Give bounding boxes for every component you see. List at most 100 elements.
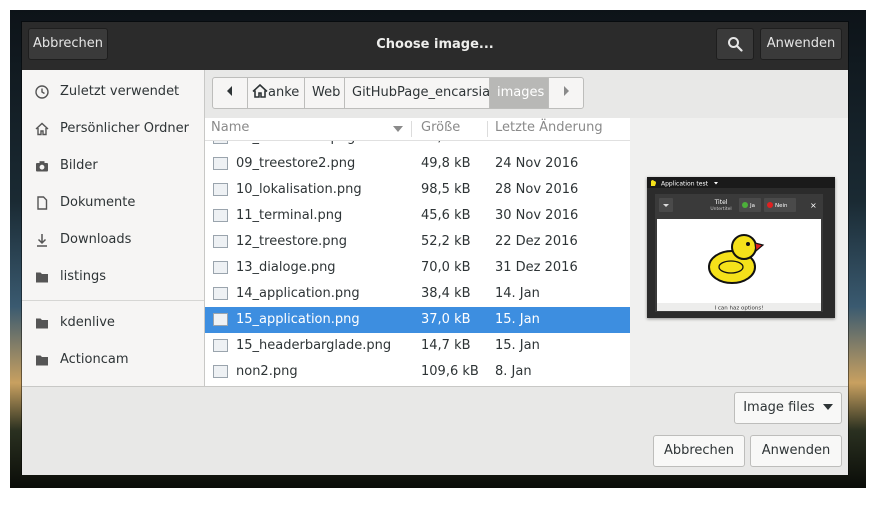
file-name: 15_application.png bbox=[236, 312, 360, 327]
preview-no-label: Nein bbox=[775, 203, 788, 209]
sidebar-item-documents[interactable]: Dokumente bbox=[22, 184, 204, 221]
sidebar-item-label: Dokumente bbox=[60, 195, 136, 210]
preview-app-title: Application test bbox=[661, 181, 709, 188]
sidebar-item-listings[interactable]: listings bbox=[22, 258, 204, 295]
header-apply-button[interactable]: Anwenden bbox=[760, 28, 842, 60]
preview-close-glyph: × bbox=[810, 201, 817, 210]
file-size: 109,6 kB bbox=[421, 364, 479, 379]
image-file-icon bbox=[213, 287, 228, 300]
path-segment-label: anke bbox=[268, 85, 300, 100]
file-modified: 15. Jan bbox=[495, 312, 540, 327]
preview-thumbnail: Application test Titel Untertitel Ja Nei… bbox=[647, 177, 835, 318]
sidebar-item-home[interactable]: Persönlicher Ordner bbox=[22, 110, 204, 147]
preview-status-text: I can haz options! bbox=[715, 306, 764, 312]
file-modified: 8. Jan bbox=[495, 364, 532, 379]
file-row[interactable]: 10_lokalisation.png 98,5 kB 28 Nov 2016 bbox=[205, 177, 630, 203]
footer-apply-button[interactable]: Anwenden bbox=[750, 435, 842, 467]
home-icon bbox=[35, 122, 49, 136]
file-size: 98,5 kB bbox=[421, 182, 471, 197]
sidebar-item-pictures[interactable]: Bilder bbox=[22, 147, 204, 184]
file-size: 49,8 kB bbox=[421, 156, 471, 171]
column-modified-header[interactable]: Letzte Änderung bbox=[495, 120, 603, 135]
file-row[interactable]: 13_dialoge.png 70,0 kB 31 Dez 2016 bbox=[205, 255, 630, 281]
image-file-icon bbox=[213, 313, 228, 326]
file-row[interactable]: 09_treestore2.png 49,8 kB 24 Nov 2016 bbox=[205, 151, 630, 177]
places-sidebar: Zuletzt verwendet Persönlicher Ordner Bi… bbox=[22, 70, 205, 386]
file-row[interactable]: non2.png 109,6 kB 8. Jan bbox=[205, 359, 630, 385]
file-modified: 15. Jan bbox=[495, 338, 540, 353]
file-row[interactable]: 11_terminal.png 45,6 kB 30 Nov 2016 bbox=[205, 203, 630, 229]
sidebar-item-recent[interactable]: Zuletzt verwendet bbox=[22, 73, 204, 110]
file-modified: 30 Nov 2016 bbox=[495, 208, 579, 223]
image-file-icon bbox=[213, 261, 228, 274]
file-modified: 31 Dez 2016 bbox=[495, 260, 578, 275]
path-segment-web[interactable]: Web bbox=[304, 77, 345, 109]
file-size: 45,6 kB bbox=[421, 208, 471, 223]
path-segment-githubpage[interactable]: GitHubPage_encarsia bbox=[344, 77, 490, 109]
file-modified: 28 Nov 2016 bbox=[495, 182, 579, 197]
image-file-icon bbox=[213, 235, 228, 248]
sidebar-item-label: Zuletzt verwendet bbox=[60, 84, 180, 99]
column-name-header[interactable]: Name bbox=[211, 120, 249, 135]
search-button[interactable] bbox=[716, 28, 754, 60]
file-modified: 14. Jan bbox=[495, 286, 540, 301]
column-size-header[interactable]: Größe bbox=[421, 120, 460, 135]
file-name: 10_lokalisation.png bbox=[236, 182, 362, 197]
file-row[interactable]: 14_application.png 38,4 kB 14. Jan bbox=[205, 281, 630, 307]
path-scroll-right-button[interactable] bbox=[548, 77, 584, 109]
sidebar-item-kdenlive[interactable]: kdenlive bbox=[22, 304, 204, 341]
sidebar-item-downloads[interactable]: Downloads bbox=[22, 221, 204, 258]
folder-icon bbox=[36, 318, 48, 329]
file-filter-dropdown[interactable]: Image files bbox=[734, 392, 842, 424]
file-filter-label: Image files bbox=[743, 400, 815, 415]
sort-descending-icon[interactable] bbox=[393, 126, 403, 132]
folder-icon bbox=[36, 272, 48, 283]
document-icon bbox=[37, 196, 48, 210]
sidebar-item-actioncam[interactable]: Actioncam bbox=[22, 341, 204, 378]
sidebar-item-label: Actioncam bbox=[60, 352, 129, 367]
clock-icon bbox=[35, 85, 49, 99]
file-size: 37,0 kB bbox=[421, 312, 471, 327]
search-icon bbox=[728, 37, 743, 52]
image-file-icon bbox=[213, 365, 228, 378]
file-list[interactable]: Name Größe Letzte Änderung 09_treestore1… bbox=[205, 118, 630, 386]
download-icon bbox=[37, 234, 47, 247]
path-scroll-left-button[interactable] bbox=[212, 77, 248, 109]
image-preview-pane: Application test Titel Untertitel Ja Nei… bbox=[630, 118, 848, 386]
image-file-icon bbox=[213, 183, 228, 196]
file-row[interactable]: 12_treestore.png 52,2 kB 22 Dez 2016 bbox=[205, 229, 630, 255]
chevron-right-icon bbox=[564, 86, 569, 96]
file-name: non2.png bbox=[236, 364, 298, 379]
path-segment-home[interactable]: anke bbox=[247, 77, 305, 109]
image-file-icon bbox=[213, 157, 228, 170]
preview-header-title: Titel bbox=[714, 199, 728, 206]
sidebar-separator bbox=[22, 300, 204, 301]
home-icon bbox=[252, 83, 268, 98]
column-header: Name Größe Letzte Änderung bbox=[205, 118, 630, 141]
file-name: 09_treestore2.png bbox=[236, 156, 356, 171]
file-name: 13_dialoge.png bbox=[236, 260, 336, 275]
sidebar-item-label: listings bbox=[60, 269, 106, 284]
sidebar-item-label: Bilder bbox=[60, 158, 98, 173]
preview-image: Application test Titel Untertitel Ja Nei… bbox=[647, 177, 835, 318]
camera-icon bbox=[36, 161, 48, 172]
file-row[interactable]: 15_application.png 37,0 kB 15. Jan bbox=[205, 307, 630, 333]
file-size: 70,0 kB bbox=[421, 260, 471, 275]
file-chooser-dialog: Abbrechen Choose image... Anwenden Zulet… bbox=[22, 22, 848, 475]
chevron-down-icon bbox=[822, 404, 833, 410]
path-segment-images[interactable]: images bbox=[489, 77, 549, 109]
preview-header-subtitle: Untertitel bbox=[710, 206, 731, 212]
file-modified: 22 Dez 2016 bbox=[495, 234, 578, 249]
footer-cancel-button[interactable]: Abbrechen bbox=[653, 435, 745, 467]
sidebar-item-label: Downloads bbox=[60, 232, 132, 247]
folder-icon bbox=[36, 355, 48, 366]
image-file-icon bbox=[213, 339, 228, 352]
file-size: 52,2 kB bbox=[421, 234, 471, 249]
header-cancel-button[interactable]: Abbrechen bbox=[28, 28, 108, 60]
file-modified: 24 Nov 2016 bbox=[495, 156, 579, 171]
file-size: 14,7 kB bbox=[421, 338, 471, 353]
file-name: 15_headerbarglade.png bbox=[236, 338, 392, 353]
header-bar: Abbrechen Choose image... Anwenden bbox=[22, 22, 848, 70]
dialog-footer: Image files Abbrechen Anwenden bbox=[22, 386, 848, 475]
file-row[interactable]: 15_headerbarglade.png 14,7 kB 15. Jan bbox=[205, 333, 630, 359]
